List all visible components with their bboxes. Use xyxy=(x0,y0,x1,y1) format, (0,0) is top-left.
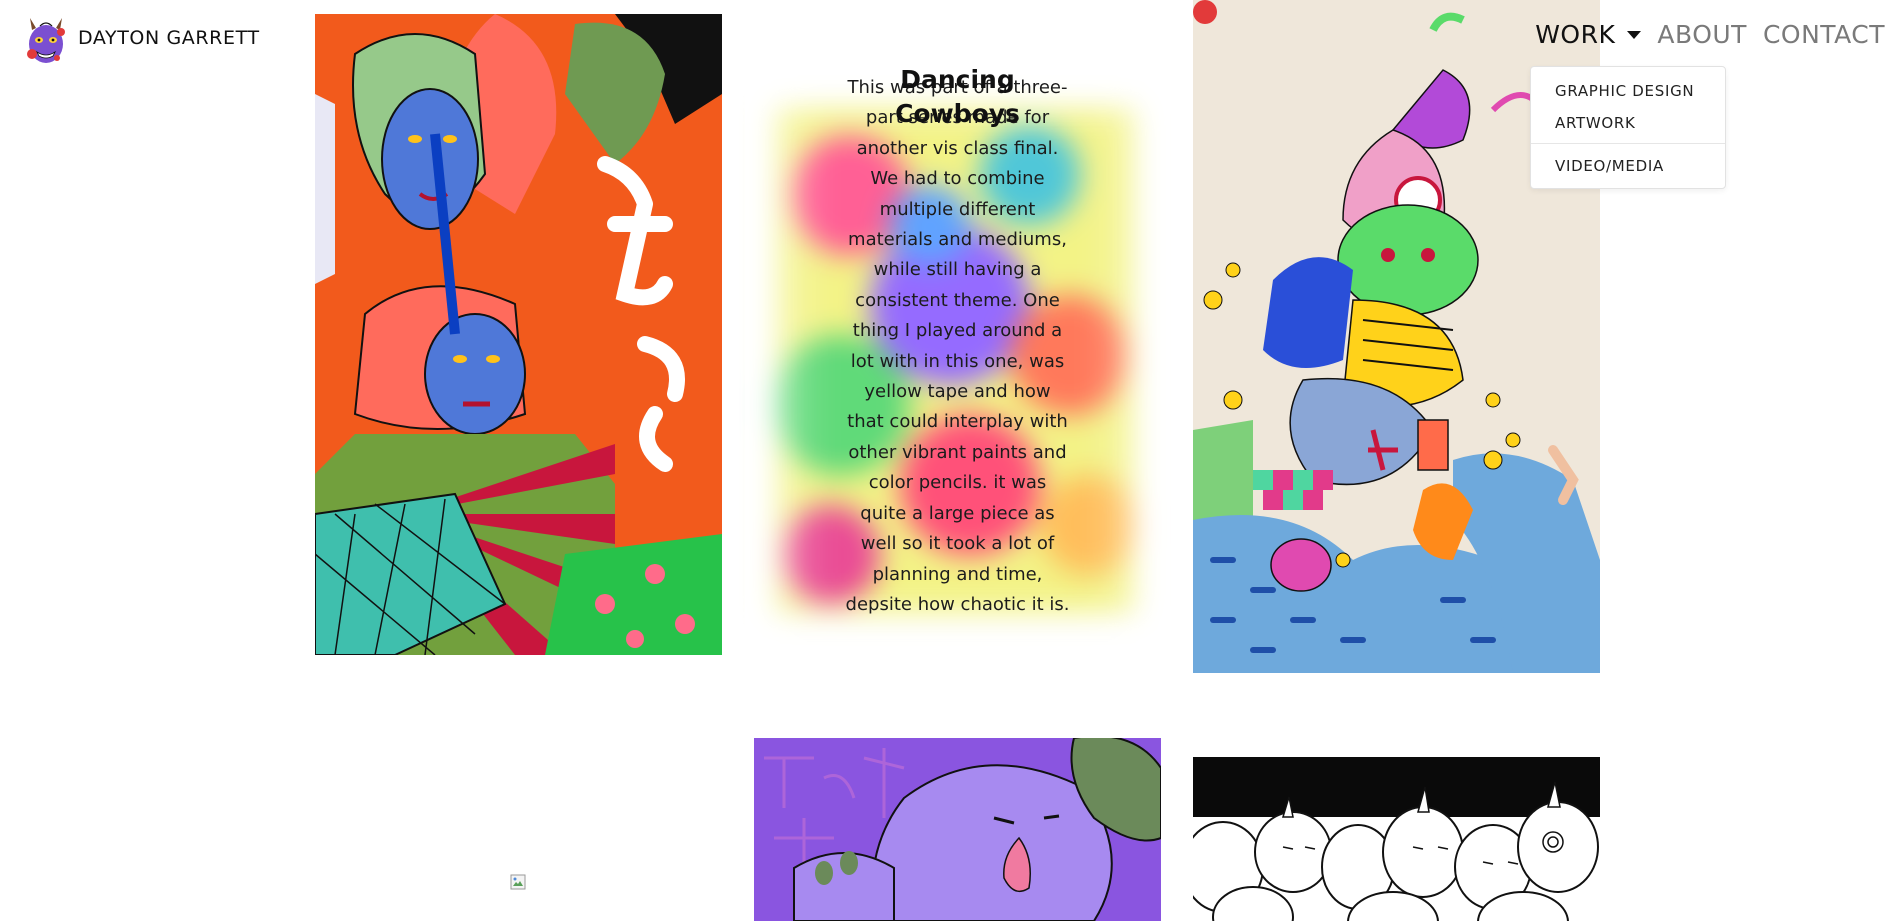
broken-image-icon[interactable] xyxy=(510,874,526,890)
nav-about[interactable]: ABOUT xyxy=(1657,20,1747,49)
orange-japanese-poster-artwork[interactable] xyxy=(315,14,722,655)
artwork-description: This was part of a three-part series mad… xyxy=(845,77,1070,615)
dancing-cowboys-artwork-hover[interactable]: This was part of a three-part series mad… xyxy=(745,55,1170,675)
dropdown-item-video-media[interactable]: VIDEO/MEDIA xyxy=(1531,150,1725,182)
purple-character-artwork[interactable] xyxy=(754,738,1161,921)
main-nav: WORK ABOUT CONTACT xyxy=(1535,20,1885,49)
nav-work-label: WORK xyxy=(1535,20,1616,49)
work-dropdown-menu: GRAPHIC DESIGN ARTWORK VIDEO/MEDIA xyxy=(1530,66,1726,189)
caret-down-icon xyxy=(1627,30,1642,39)
dropdown-divider xyxy=(1531,143,1725,144)
dropdown-item-graphic-design[interactable]: GRAPHIC DESIGN xyxy=(1531,75,1725,107)
nav-contact[interactable]: CONTACT xyxy=(1763,20,1885,49)
black-white-crowd-artwork[interactable] xyxy=(1193,757,1600,921)
dropdown-item-artwork[interactable]: ARTWORK xyxy=(1531,107,1725,139)
nav-work[interactable]: WORK xyxy=(1535,20,1642,49)
brand[interactable]: DAYTON GARRETT xyxy=(22,10,260,66)
oni-mask-logo-icon xyxy=(27,18,65,63)
artwork-title: Dancing Cowboys xyxy=(895,65,1020,128)
brand-name: DAYTON GARRETT xyxy=(78,27,260,49)
